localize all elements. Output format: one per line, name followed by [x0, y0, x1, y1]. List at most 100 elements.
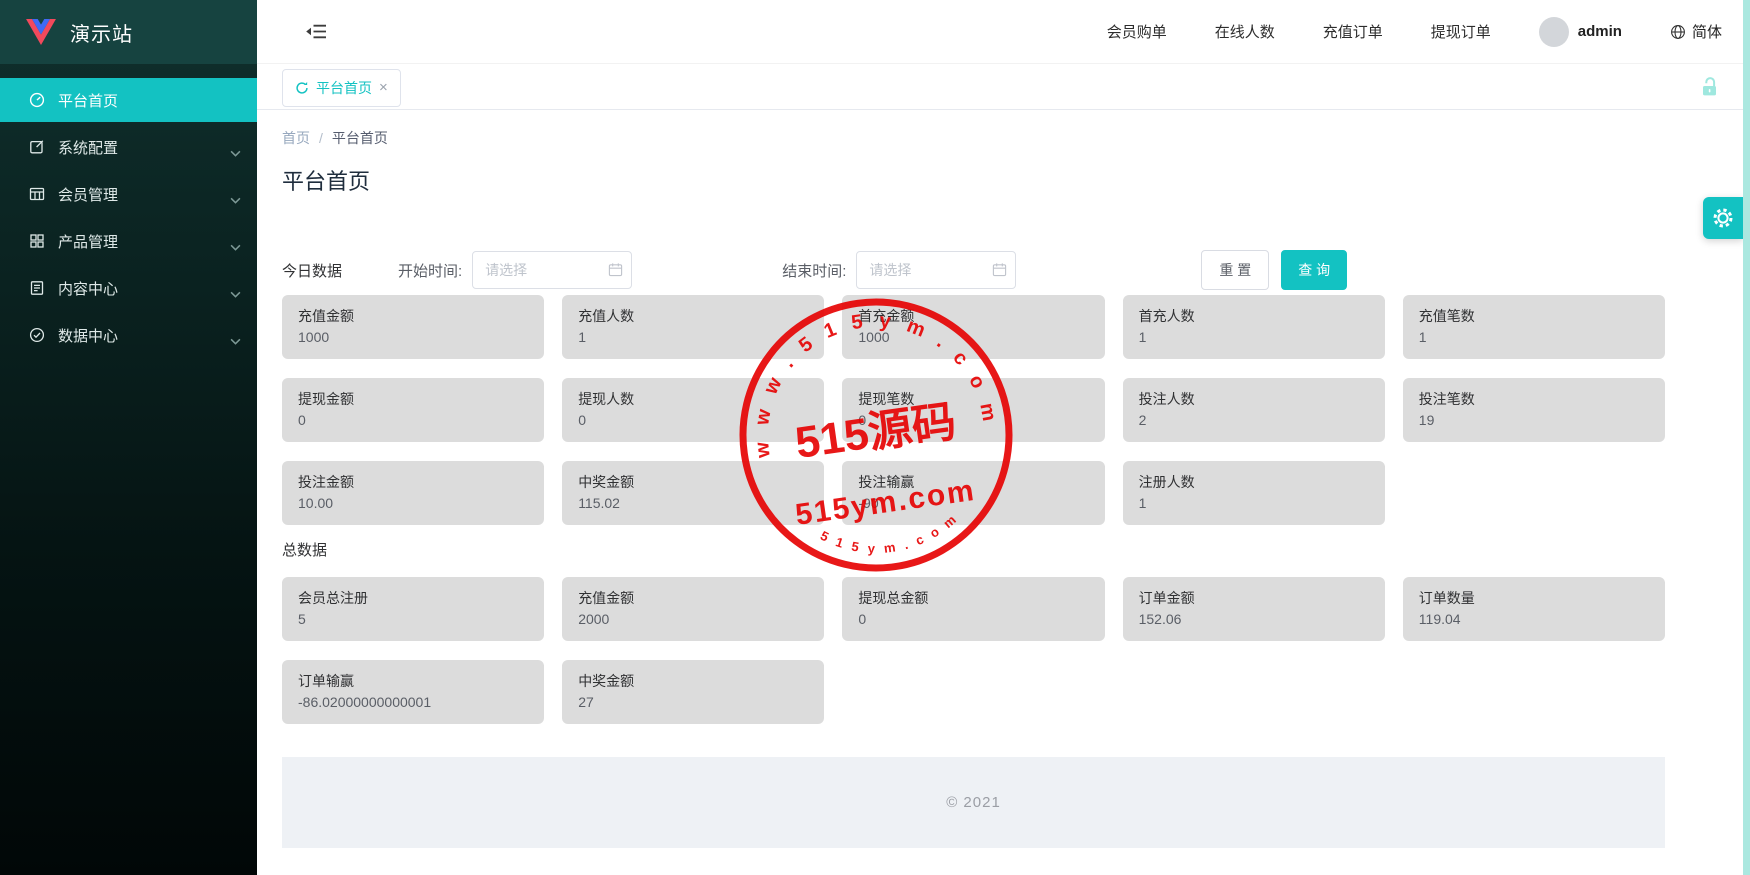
nav-online-users[interactable]: 在线人数: [1215, 21, 1275, 42]
stat-label: 充值人数: [578, 306, 808, 326]
stat-label: 充值笔数: [1419, 306, 1649, 326]
stat-value: -90: [858, 493, 1088, 514]
stat-value: 0: [578, 410, 808, 431]
chevron-down-icon: [230, 144, 241, 161]
stat-value: 10.00: [298, 493, 528, 514]
stat-card: 充值金额1000: [282, 295, 544, 359]
stat-label: 投注输赢: [858, 472, 1088, 492]
breadcrumb-home[interactable]: 首页: [282, 128, 310, 148]
nav-withdraw-orders[interactable]: 提现订单: [1431, 21, 1491, 42]
sidebar-menu: 平台首页 系统配置 会员管理: [0, 64, 257, 357]
stat-label: 投注笔数: [1419, 389, 1649, 409]
breadcrumb: 首页 / 平台首页: [282, 128, 1665, 147]
stat-value: -86.02000000000001: [298, 692, 528, 713]
check-circle-icon: [29, 327, 45, 343]
sidebar-item-label: 内容中心: [58, 278, 118, 299]
stat-card: 会员总注册5: [282, 577, 544, 641]
username: admin: [1578, 23, 1622, 40]
stat-value: 119.04: [1419, 609, 1649, 630]
stat-value: 115.02: [578, 493, 808, 514]
stat-label: 订单数量: [1419, 588, 1649, 608]
page-content: 首页 / 平台首页 平台首页 今日数据 开始时间: 结束时间:: [257, 110, 1750, 848]
sidebar-item-dashboard[interactable]: 平台首页: [0, 78, 257, 122]
start-date-input[interactable]: [472, 251, 632, 289]
page-footer: © 2021: [282, 757, 1665, 848]
stat-card: 充值人数1: [562, 295, 824, 359]
scrollbar[interactable]: [1743, 0, 1750, 875]
stat-card: 投注人数2: [1123, 378, 1385, 442]
stat-card: 提现总金额0: [842, 577, 1104, 641]
sidebar-item-label: 会员管理: [58, 184, 118, 205]
nav-recharge-orders[interactable]: 充值订单: [1323, 21, 1383, 42]
chevron-down-icon: [230, 285, 241, 302]
avatar: [1539, 17, 1569, 47]
tab-label: 平台首页: [316, 78, 372, 98]
stat-value: 152.06: [1139, 609, 1369, 630]
stat-label: 首充人数: [1139, 306, 1369, 326]
close-icon[interactable]: ×: [379, 80, 388, 95]
stat-value: 0: [298, 410, 528, 431]
globe-icon: [1670, 24, 1686, 40]
search-button[interactable]: 查 询: [1281, 250, 1347, 290]
stat-label: 注册人数: [1139, 472, 1369, 492]
breadcrumb-current: 平台首页: [332, 128, 388, 148]
language-label: 简体: [1692, 21, 1722, 42]
sidebar-item-system-config[interactable]: 系统配置: [0, 125, 257, 169]
sidebar-item-data-center[interactable]: 数据中心: [0, 313, 257, 357]
nav-member-orders[interactable]: 会员购单: [1107, 21, 1167, 42]
stat-card: 订单数量119.04: [1403, 577, 1665, 641]
brand-logo[interactable]: 演示站: [0, 0, 257, 64]
sidebar-item-products[interactable]: 产品管理: [0, 219, 257, 263]
language-switcher[interactable]: 简体: [1670, 21, 1722, 42]
stat-value: 27: [578, 692, 808, 713]
stat-label: 投注人数: [1139, 389, 1369, 409]
brand-title: 演示站: [70, 18, 133, 47]
stat-label: 首充金额: [858, 306, 1088, 326]
total-stats-grid: 会员总注册5 充值金额2000 提现总金额0 订单金额152.06 订单数量11…: [282, 577, 1665, 724]
stat-label: 中奖金额: [578, 671, 808, 691]
stat-card: 提现人数0: [562, 378, 824, 442]
edit-icon: [29, 139, 45, 155]
stat-label: 提现人数: [578, 389, 808, 409]
page: 演示站 平台首页 系统配置: [0, 0, 1750, 875]
chevron-down-icon: [230, 191, 241, 208]
gear-icon: [1711, 206, 1735, 230]
settings-fab[interactable]: [1703, 197, 1743, 239]
reset-button[interactable]: 重 置: [1201, 250, 1269, 290]
stat-card: 充值金额2000: [562, 577, 824, 641]
end-date-input[interactable]: [856, 251, 1016, 289]
stat-value: 1: [1139, 493, 1369, 514]
stat-value: 2000: [578, 609, 808, 630]
stat-value: 1000: [858, 327, 1088, 348]
sidebar-item-label: 产品管理: [58, 231, 118, 252]
sidebar-item-label: 系统配置: [58, 137, 118, 158]
sidebar-collapse-icon[interactable]: [305, 22, 327, 41]
sidebar-item-label: 数据中心: [58, 325, 118, 346]
user-menu[interactable]: admin: [1539, 17, 1622, 47]
sidebar-item-members[interactable]: 会员管理: [0, 172, 257, 216]
table-icon: [29, 186, 45, 202]
stat-card: 投注输赢-90: [842, 461, 1104, 525]
tab-dashboard[interactable]: 平台首页 ×: [282, 69, 401, 107]
stat-label: 订单金额: [1139, 588, 1369, 608]
stat-value: 2: [1139, 410, 1369, 431]
stat-value: 0: [858, 410, 1088, 431]
top-header: 会员购单 在线人数 充值订单 提现订单 admin 简体: [257, 0, 1750, 64]
stat-label: 中奖金额: [578, 472, 808, 492]
stat-value: 5: [298, 609, 528, 630]
dashboard-icon: [29, 92, 45, 108]
stat-card: 提现金额0: [282, 378, 544, 442]
today-section-label: 今日数据: [282, 260, 342, 281]
breadcrumb-separator: /: [319, 130, 323, 146]
stat-card: 注册人数1: [1123, 461, 1385, 525]
stat-value: 1: [578, 327, 808, 348]
stat-card: 订单输赢-86.02000000000001: [282, 660, 544, 724]
stat-label: 充值金额: [298, 306, 528, 326]
stat-label: 订单输赢: [298, 671, 528, 691]
refresh-icon[interactable]: [295, 81, 309, 95]
stat-card: 中奖金额27: [562, 660, 824, 724]
sidebar-item-content-center[interactable]: 内容中心: [0, 266, 257, 310]
stat-value: 1: [1419, 327, 1649, 348]
stat-card: 投注金额10.00: [282, 461, 544, 525]
unlock-icon[interactable]: [1701, 77, 1718, 97]
